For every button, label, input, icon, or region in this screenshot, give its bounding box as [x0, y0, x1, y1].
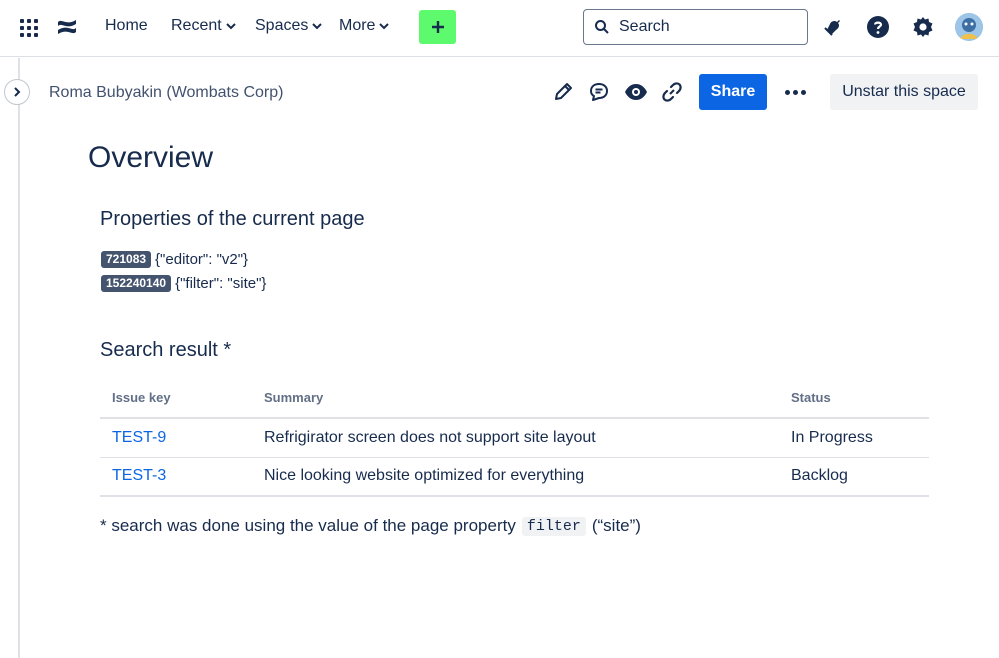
breadcrumb-space[interactable]: Roma Bubyakin (Wombats Corp) — [49, 84, 283, 102]
nav-recent-label: Recent — [171, 17, 222, 34]
property-id-badge: 721083 — [101, 251, 152, 268]
property-value: {"editor": "v2"} — [155, 251, 249, 268]
summary-cell: Nice looking website optimized for every… — [252, 457, 779, 497]
unstar-space-button[interactable]: Unstar this space — [830, 74, 978, 110]
edit-pencil-icon[interactable] — [551, 80, 575, 104]
nav-recent[interactable]: Recent — [171, 17, 236, 35]
search-input[interactable] — [619, 18, 789, 36]
apps-grid-icon[interactable] — [20, 19, 38, 37]
help-icon[interactable] — [866, 15, 890, 39]
create-button[interactable] — [419, 10, 456, 44]
footnote-text: * search was done using the value of the… — [100, 516, 516, 535]
page-title: Overview — [88, 141, 214, 174]
property-row: 152240140 {"filter": "site"} — [101, 275, 266, 292]
search-footnote: * search was done using the value of the… — [100, 516, 641, 536]
search-field[interactable] — [583, 9, 808, 45]
copy-link-icon[interactable] — [660, 80, 684, 104]
search-result-heading: Search result * — [100, 339, 232, 361]
search-results-table: Issue key Summary Status TEST-9 Refrigir… — [100, 378, 929, 497]
nav-spaces[interactable]: Spaces — [255, 17, 323, 35]
table-header-row: Issue key Summary Status — [100, 378, 929, 419]
footnote-value: (“site”) — [591, 516, 641, 535]
table-row: TEST-9 Refrigirator screen does not supp… — [100, 418, 929, 458]
chevron-down-icon — [312, 23, 323, 30]
confluence-logo-icon[interactable] — [56, 16, 78, 38]
issue-key-cell: TEST-3 — [100, 457, 252, 497]
issue-key-cell: TEST-9 — [100, 418, 252, 458]
properties-heading: Properties of the current page — [100, 208, 365, 230]
chevron-down-icon — [225, 23, 236, 30]
footnote-code: filter — [521, 516, 586, 536]
plus-icon — [431, 21, 444, 33]
nav-more-label: More — [339, 17, 376, 34]
property-row: 721083 {"editor": "v2"} — [101, 251, 248, 268]
column-header-issue-key[interactable]: Issue key — [100, 378, 252, 419]
property-value: {"filter": "site"} — [175, 275, 267, 292]
issue-key-link[interactable]: TEST-9 — [112, 429, 166, 446]
issue-key-link[interactable]: TEST-3 — [112, 467, 166, 484]
table-row: TEST-3 Nice looking website optimized fo… — [100, 457, 929, 497]
chevron-down-icon — [379, 23, 390, 30]
settings-gear-icon[interactable] — [911, 15, 935, 39]
nav-more[interactable]: More — [339, 17, 390, 35]
nav-home-label: Home — [105, 17, 148, 34]
share-button[interactable]: Share — [699, 74, 767, 110]
column-header-status[interactable]: Status — [779, 378, 929, 419]
property-id-badge: 152240140 — [101, 275, 172, 292]
comment-icon[interactable] — [587, 80, 611, 104]
watch-eye-icon[interactable] — [624, 80, 648, 104]
status-cell: In Progress — [779, 418, 929, 458]
expand-sidebar-button[interactable] — [4, 79, 30, 105]
column-header-summary[interactable]: Summary — [252, 378, 779, 419]
user-avatar[interactable] — [955, 13, 983, 41]
top-navigation: Home Recent Spaces More — [0, 0, 999, 57]
status-cell: Backlog — [779, 457, 929, 497]
sidebar-divider — [18, 58, 20, 658]
summary-cell: Refrigirator screen does not support sit… — [252, 418, 779, 458]
notifications-bell-icon[interactable] — [821, 15, 845, 39]
more-actions-icon[interactable] — [783, 80, 807, 104]
search-icon — [595, 20, 609, 34]
nav-spaces-label: Spaces — [255, 17, 309, 34]
chevron-right-icon — [14, 87, 21, 97]
nav-home[interactable]: Home — [105, 17, 148, 35]
